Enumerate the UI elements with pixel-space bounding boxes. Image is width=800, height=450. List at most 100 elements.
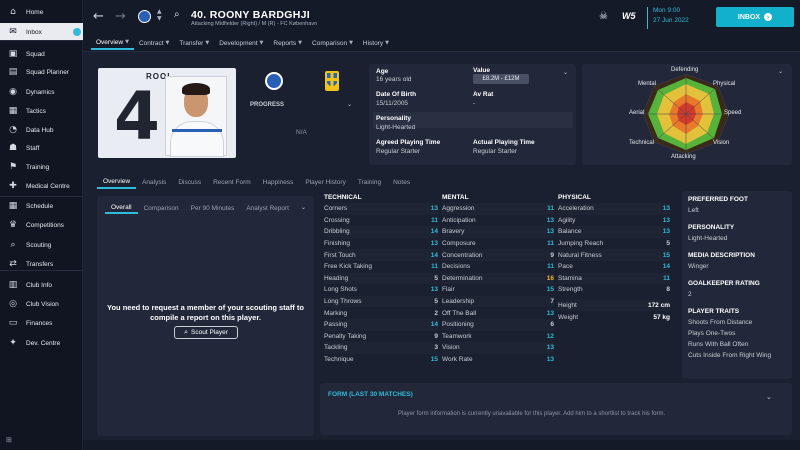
tab-reports[interactable]: Reports ▼ xyxy=(268,36,307,50)
sidebar-item-club-vision[interactable]: ◎ Club Vision xyxy=(0,295,83,313)
form-title[interactable]: FORM (LAST 30 MATCHES) xyxy=(328,391,413,398)
attribute-row[interactable]: Jumping Reach 5 xyxy=(558,238,670,250)
sidebar-item-squad[interactable]: ▣ Squad xyxy=(0,45,83,63)
attribute-row[interactable]: Strength 8 xyxy=(558,284,670,296)
tab-history[interactable]: History ▼ xyxy=(358,36,394,50)
sidebar-item-dynamics[interactable]: ◉ Dynamics xyxy=(0,83,83,101)
attribute-row[interactable]: Acceleration 13 xyxy=(558,203,670,215)
attribute-value: 11 xyxy=(663,274,670,282)
attribute-row[interactable]: Agility 13 xyxy=(558,215,670,227)
attribute-row[interactable]: Composure 11 xyxy=(442,238,554,250)
attribute-row[interactable]: Bravery 13 xyxy=(442,226,554,238)
skull-icon[interactable]: ☠ xyxy=(599,11,608,22)
sidebar-footer-icon[interactable]: ⊞ xyxy=(6,436,12,444)
attribute-row[interactable]: Balance 13 xyxy=(558,226,670,238)
subtab-notes[interactable]: Notes xyxy=(387,176,416,189)
attribute-name: Agility xyxy=(558,216,576,224)
scout-tab-overall[interactable]: Overall xyxy=(105,202,138,214)
attribute-row[interactable]: Free Kick Taking 11 xyxy=(324,261,438,273)
attribute-row[interactable]: Tackling 3 xyxy=(324,342,438,354)
attribute-row[interactable]: Teamwork 12 xyxy=(442,331,554,343)
attribute-row[interactable]: Determination 16 xyxy=(442,273,554,285)
attribute-name: Flair xyxy=(442,286,455,294)
tab-contract[interactable]: Contract ▼ xyxy=(134,36,174,50)
attribute-row[interactable]: Natural Fitness 15 xyxy=(558,249,670,261)
attribute-row[interactable]: Crossing 11 xyxy=(324,215,438,227)
attribute-row[interactable]: Aggression 11 xyxy=(442,203,554,215)
sidebar-item-finances[interactable]: ▭ Finances xyxy=(0,314,83,332)
scout-tab-comparison[interactable]: Comparison xyxy=(138,202,185,214)
sidebar-item-dev-centre[interactable]: ✦ Dev. Centre xyxy=(0,334,83,352)
attribute-row[interactable]: Off The Ball 13 xyxy=(442,307,554,319)
chevron-down-icon[interactable]: ⌄ xyxy=(766,393,772,401)
subtab-overview[interactable]: Overview xyxy=(97,176,137,189)
sidebar-item-club-info[interactable]: ▥ Club Info xyxy=(0,276,83,294)
attribute-name: Heading xyxy=(324,274,349,282)
attribute-row[interactable]: Vision 13 xyxy=(442,342,554,354)
attribute-row[interactable]: Passing 14 xyxy=(324,319,438,331)
scout-player-button[interactable]: ⌕ Scout Player xyxy=(174,326,238,339)
sweden-flag-icon[interactable] xyxy=(325,71,339,91)
subtab-happiness[interactable]: Happiness xyxy=(257,176,300,189)
tab-transfer[interactable]: Transfer ▼ xyxy=(174,36,214,50)
sidebar-item-inbox[interactable]: ✉ Inbox xyxy=(0,23,83,41)
subtab-player-history[interactable]: Player History xyxy=(299,176,351,189)
personality-heading: PERSONALITY xyxy=(688,224,735,231)
sidebar-item-data-hub[interactable]: ◔ Data Hub xyxy=(0,121,83,139)
subtab-discuss[interactable]: Discuss xyxy=(172,176,207,189)
inbox-icon: ✉ xyxy=(9,27,17,37)
chevron-down-icon[interactable]: ⌄ xyxy=(563,69,568,76)
club-crest-icon[interactable] xyxy=(138,10,151,23)
back-arrow-icon[interactable]: ← xyxy=(93,9,104,24)
attribute-row[interactable]: Technique 15 xyxy=(324,354,438,366)
attribute-row[interactable]: Positioning 6 xyxy=(442,319,554,331)
attribute-row[interactable]: Penalty Taking 9 xyxy=(324,331,438,343)
attribute-value: 11 xyxy=(547,205,554,213)
attribute-row[interactable]: Heading 5 xyxy=(324,273,438,285)
attribute-row[interactable]: Marking 2 xyxy=(324,307,438,319)
up-down-arrows-icon[interactable]: ▲ ▼ xyxy=(157,8,162,22)
sidebar-item-staff[interactable]: ☗ Staff xyxy=(0,139,83,157)
sidebar-item-schedule[interactable]: ▦ Schedule xyxy=(0,197,83,215)
attribute-row[interactable]: Work Rate 13 xyxy=(442,354,554,366)
inbox-button[interactable]: INBOX › xyxy=(716,7,794,27)
attribute-row[interactable]: Flair 15 xyxy=(442,284,554,296)
sidebar-item-competitions[interactable]: ♛ Competitions xyxy=(0,216,83,234)
attribute-row[interactable]: Corners 13 xyxy=(324,203,438,215)
forward-arrow-icon[interactable]: → xyxy=(115,9,126,24)
attribute-value: 13 xyxy=(662,216,670,224)
scout-tab-analyst-report[interactable]: Analyst Report xyxy=(240,202,295,214)
attribute-row[interactable]: Anticipation 13 xyxy=(442,215,554,227)
tab-comparison[interactable]: Comparison ▼ xyxy=(307,36,358,50)
chevron-down-icon[interactable]: ⌄ xyxy=(347,101,352,108)
sidebar-item-scouting[interactable]: ⌕ Scouting xyxy=(0,236,83,254)
sidebar-item-medical-centre[interactable]: ✚ Medical Centre xyxy=(0,177,83,195)
scout-tab-per-90-minutes[interactable]: Per 90 Minutes xyxy=(185,202,241,214)
chevron-down-icon[interactable]: ⌄ xyxy=(778,68,783,75)
attribute-row[interactable]: Long Throws 5 xyxy=(324,296,438,308)
tab-development[interactable]: Development ▼ xyxy=(214,36,268,50)
sidebar-item-home[interactable]: ⌂ Home xyxy=(0,3,83,21)
date-full: 27 Jun 2022 xyxy=(653,17,689,24)
sidebar-item-squad-planner[interactable]: ▤ Squad Planner xyxy=(0,63,83,81)
attribute-row[interactable]: Pace 14 xyxy=(558,261,670,273)
sidebar-item-training[interactable]: ⚑ Training xyxy=(0,158,83,176)
attribute-row[interactable]: Stamina 11 xyxy=(558,273,670,285)
attribute-row[interactable]: Leadership 7 xyxy=(442,296,554,308)
search-icon[interactable]: ⌕ xyxy=(174,9,180,20)
chevron-down-icon[interactable]: ⌄ xyxy=(301,204,306,211)
subtab-training[interactable]: Training xyxy=(352,176,387,189)
club-badge-icon[interactable] xyxy=(265,72,283,90)
sidebar-item-tactics[interactable]: ▦ Tactics xyxy=(0,102,83,120)
date-display[interactable]: Mon 9:00 27 Jun 2022 xyxy=(647,7,709,29)
tab-overview[interactable]: Overview ▼ xyxy=(91,36,134,50)
subtab-recent-form[interactable]: Recent Form xyxy=(207,176,257,189)
subtab-analysis[interactable]: Analysis xyxy=(136,176,172,189)
attribute-row[interactable]: Dribbling 14 xyxy=(324,226,438,238)
attribute-row[interactable]: Finishing 13 xyxy=(324,238,438,250)
attribute-row[interactable]: Long Shots 13 xyxy=(324,284,438,296)
transfers-icon: ⇄ xyxy=(9,259,17,269)
attribute-row[interactable]: Concentration 9 xyxy=(442,249,554,261)
attribute-row[interactable]: First Touch 14 xyxy=(324,249,438,261)
attribute-row[interactable]: Decisions 11 xyxy=(442,261,554,273)
